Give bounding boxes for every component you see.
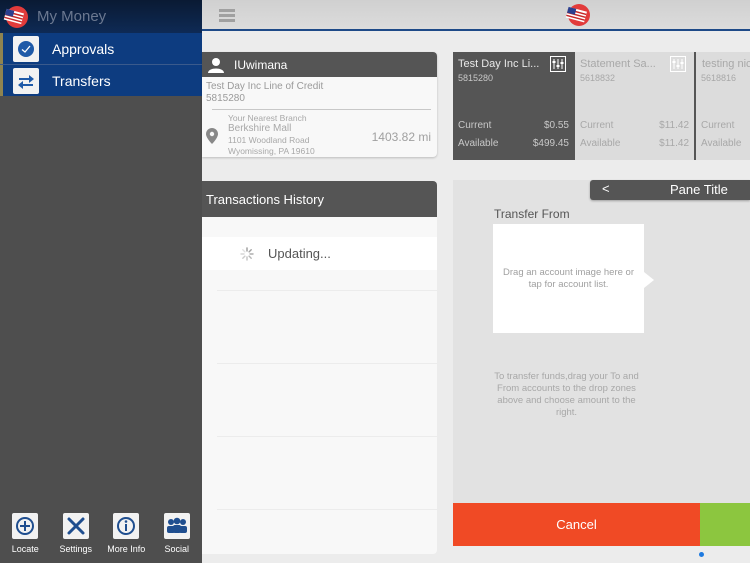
current-label: Current	[701, 120, 735, 131]
account-tile-name: Statement Sa...	[580, 58, 656, 70]
sidebar-item-transfers[interactable]: Transfers	[0, 65, 202, 96]
flag-logo-icon	[565, 4, 590, 26]
current-balance-row: Current	[701, 120, 750, 131]
current-label: Current	[580, 120, 614, 131]
app-root: My Money Approvals Transfers Locate Sett…	[0, 0, 750, 563]
account-tile[interactable]: testing nic 5618816 Current Available	[694, 52, 750, 160]
top-bar	[202, 0, 750, 31]
locate-button[interactable]: Locate	[0, 513, 51, 563]
nearest-branch[interactable]: Your Nearest Branch Berkshire Mall 1101 …	[202, 110, 437, 156]
row-divider	[217, 509, 437, 510]
account-tile-number: 5618832	[580, 73, 616, 83]
current-balance-row: Current $11.42	[580, 120, 689, 131]
transfer-from-label: Transfer From	[494, 207, 570, 221]
social-button[interactable]: Social	[152, 513, 203, 563]
branch-info: Your Nearest Branch Berkshire Mall 1101 …	[228, 113, 315, 157]
available-label: Available	[458, 138, 499, 149]
info-icon	[113, 513, 140, 539]
account-tile[interactable]: Statement Sa... 5618832 Current $11.42 Av…	[573, 52, 693, 160]
settings-label: Settings	[59, 544, 93, 554]
profile-card: IUwimana Test Day Inc Line of Credit 581…	[202, 52, 437, 157]
social-label: Social	[164, 544, 189, 554]
cancel-label: Cancel	[556, 517, 597, 532]
available-balance-row: Available $499.45	[458, 138, 569, 149]
current-balance-row: Current $0.55	[458, 120, 569, 131]
sidebar-item-label: Approvals	[52, 40, 115, 57]
available-balance-row: Available	[701, 138, 750, 149]
transactions-card: Transactions History Updating...	[202, 181, 437, 554]
tools-icon	[62, 513, 89, 539]
transfer-pane: < Pane Title Transfer From Drag an accou…	[453, 180, 750, 546]
account-tile[interactable]: Test Day Inc Li... 5815280 Current $0.55 …	[453, 52, 573, 160]
sidebar-item-approvals[interactable]: Approvals	[0, 33, 202, 64]
current-value: $11.42	[659, 120, 689, 131]
sliders-icon[interactable]	[670, 56, 686, 72]
transfer-help-text: To transfer funds,drag your To and From …	[494, 371, 639, 418]
account-tile-name: testing nic	[702, 58, 750, 70]
branch-city: Wyomissing, PA 19610	[228, 146, 315, 156]
account-tile-number: 5815280	[458, 73, 494, 83]
row-divider	[217, 436, 437, 437]
swap-arrows-icon	[13, 67, 39, 94]
menu-icon[interactable]	[219, 9, 235, 23]
more-info-button[interactable]: More Info	[101, 513, 152, 563]
page-indicator-dot	[699, 552, 704, 557]
sidebar: My Money Approvals Transfers Locate Sett…	[0, 0, 202, 563]
account-tile-name: Test Day Inc Li...	[458, 58, 540, 70]
spinner-icon	[240, 246, 254, 261]
sidebar-title: My Money	[37, 8, 107, 25]
flag-logo-icon	[3, 6, 28, 28]
available-label: Available	[580, 138, 621, 149]
sidebar-item-label: Transfers	[52, 72, 111, 89]
updating-text: Updating...	[268, 246, 331, 261]
account-number: 5815280	[206, 93, 245, 104]
account-tiles: Test Day Inc Li... 5815280 Current $0.55 …	[453, 52, 750, 160]
transactions-title: Transactions History	[202, 181, 437, 217]
profile-header: IUwimana	[202, 52, 437, 77]
branch-distance: 1403.82 mi	[371, 130, 431, 144]
row-divider	[217, 363, 437, 364]
back-button[interactable]: <	[602, 181, 610, 196]
cancel-button[interactable]: Cancel	[453, 503, 700, 546]
pane-title-bar: < Pane Title	[590, 180, 750, 200]
available-value: $11.42	[659, 138, 689, 149]
branch-heading: Your Nearest Branch	[228, 113, 307, 123]
username: IUwimana	[234, 57, 288, 72]
locate-label: Locate	[11, 544, 39, 554]
map-pin-icon	[206, 128, 218, 144]
checkmark-circle-icon	[13, 35, 39, 62]
current-label: Current	[458, 120, 492, 131]
sliders-icon[interactable]	[550, 56, 566, 72]
user-icon	[208, 57, 224, 73]
branch-name: Berkshire Mall	[228, 123, 292, 134]
row-divider	[217, 290, 437, 291]
available-balance-row: Available $11.42	[580, 138, 689, 149]
profile-account: Test Day Inc Line of Credit 5815280	[202, 77, 437, 105]
confirm-button[interactable]	[700, 503, 750, 546]
account-tile-number: 5618816	[701, 73, 737, 83]
available-value: $499.45	[532, 138, 569, 149]
drop-hint: Drag an account image here or tap for ac…	[503, 266, 634, 290]
sidebar-header: My Money	[0, 0, 202, 33]
branch-street: 1101 Woodland Road	[228, 135, 310, 145]
crosshair-icon	[12, 513, 39, 539]
drop-zone-pointer	[644, 272, 654, 288]
settings-button[interactable]: Settings	[51, 513, 102, 563]
transfer-from-drop-zone[interactable]: Drag an account image here or tap for ac…	[493, 224, 644, 333]
pane-title: Pane Title	[670, 182, 728, 197]
account-name: Test Day Inc Line of Credit	[206, 81, 324, 92]
group-icon	[163, 513, 190, 539]
updating-row: Updating...	[202, 237, 437, 270]
available-label: Available	[701, 138, 742, 149]
sidebar-footer: Locate Settings More Info Social	[0, 513, 202, 563]
current-value: $0.55	[543, 120, 569, 131]
more-info-label: More Info	[107, 544, 146, 554]
